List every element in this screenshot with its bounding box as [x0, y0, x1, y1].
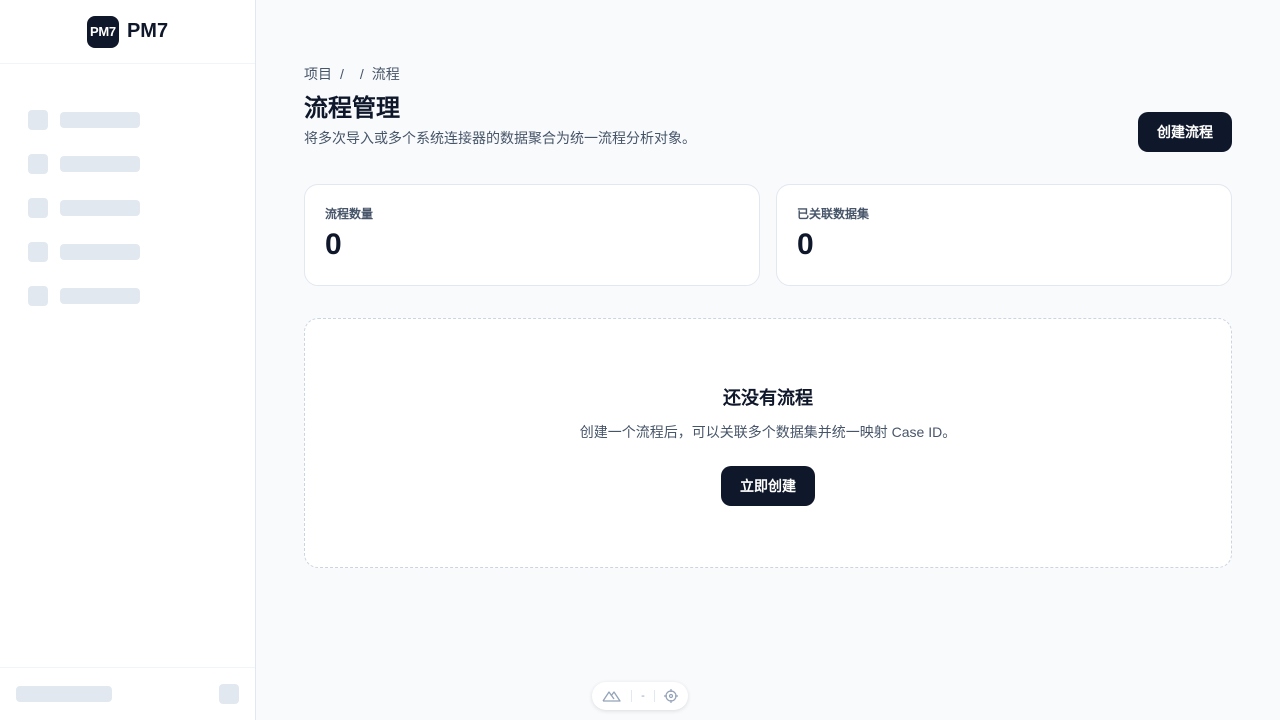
logo-text[interactable]: PM7 [127, 20, 168, 43]
sidebar-skeleton-item [0, 230, 255, 274]
breadcrumb-separator: / [359, 66, 364, 82]
divider [653, 690, 655, 702]
skeleton-label [60, 156, 140, 172]
stats-row: 流程数量 0 已关联数据集 0 [304, 184, 1232, 286]
skeleton-icon [28, 242, 48, 262]
sidebar-header: PM7 PM7 [0, 0, 255, 64]
sidebar-skeleton-item [0, 142, 255, 186]
crosshair-icon[interactable] [663, 689, 678, 703]
create-process-button[interactable]: 创建流程 [1138, 112, 1232, 152]
stat-label: 已关联数据集 [797, 207, 870, 221]
sidebar-footer [0, 667, 255, 720]
skeleton-label [60, 244, 140, 260]
stat-card-linked-datasets: 已关联数据集 0 [776, 184, 1232, 286]
breadcrumb: 项目 / / 流程 [304, 64, 1232, 84]
breadcrumb-item-project[interactable]: 项目 [304, 64, 332, 84]
page-title: 流程管理 [304, 95, 400, 122]
logo-badge[interactable]: PM7 [86, 15, 119, 48]
empty-state-description: 创建一个流程后，可以关联多个数据集并统一映射 Case ID。 [579, 424, 957, 440]
empty-state: 还没有流程 创建一个流程后，可以关联多个数据集并统一映射 Case ID。 立即… [304, 318, 1232, 568]
dev-toolbar: - [592, 682, 688, 710]
stat-value: 0 [325, 228, 342, 261]
stat-label: 流程数量 [325, 207, 374, 221]
skeleton-icon [28, 154, 48, 174]
breadcrumb-separator: / [340, 66, 344, 82]
create-now-button[interactable]: 立即创建 [721, 466, 815, 506]
sidebar-skeleton-item [0, 274, 255, 318]
page-description: 将多次导入或多个系统连接器的数据聚合为统一流程分析对象。 [304, 130, 696, 146]
main-content: 项目 / / 流程 流程管理 将多次导入或多个系统连接器的数据聚合为统一流程分析… [304, 64, 1232, 568]
skeleton-icon [28, 198, 48, 218]
skeleton-user-label [16, 686, 112, 702]
empty-state-title: 还没有流程 [723, 388, 813, 408]
skeleton-icon [28, 110, 48, 130]
skeleton-icon [28, 286, 48, 306]
dev-toolbar-value: - [641, 690, 645, 702]
sidebar: PM7 PM7 [0, 0, 256, 720]
page-header: 流程管理 将多次导入或多个系统连接器的数据聚合为统一流程分析对象。 创建流程 [304, 94, 1232, 154]
divider [631, 690, 633, 702]
stat-value: 0 [797, 228, 814, 261]
skeleton-label [60, 112, 140, 128]
mountain-icon[interactable] [602, 689, 622, 703]
stat-card-process-count: 流程数量 0 [304, 184, 760, 286]
sidebar-skeleton-item [0, 186, 255, 230]
sidebar-skeleton-item [0, 98, 255, 142]
breadcrumb-item-process: 流程 [371, 66, 400, 82]
skeleton-footer-button [219, 684, 239, 704]
skeleton-label [60, 288, 140, 304]
skeleton-label [60, 200, 140, 216]
sidebar-nav-skeleton [0, 64, 255, 318]
